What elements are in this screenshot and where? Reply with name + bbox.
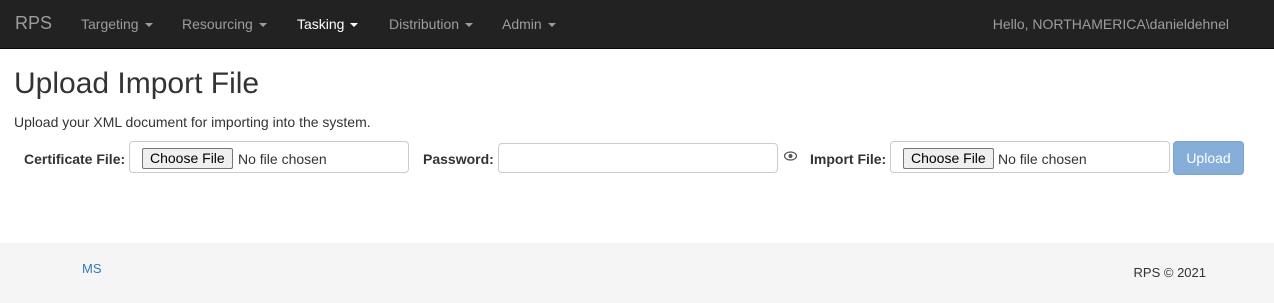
certificate-file-label: Certificate File: [24,151,126,167]
import-file-input[interactable]: Choose File No file chosen [890,141,1170,173]
page-title: Upload Import File [14,67,260,100]
nav-item-label: Resourcing [182,16,253,32]
nav-item-label: Admin [502,16,542,32]
nav-item-admin[interactable]: Admin [502,15,556,33]
brand-link[interactable]: RPS [15,13,52,33]
top-navbar: RPS Targeting Resourcing Tasking Distrib… [0,0,1274,49]
import-file-label: Import File: [810,151,887,167]
nav-item-label: Distribution [389,16,460,32]
password-field[interactable] [498,143,778,173]
certificate-choose-file-button[interactable]: Choose File [142,148,233,169]
caret-down-icon [144,23,153,28]
nav-item-label: Targeting [81,16,139,32]
footer-link-ms[interactable]: MS [82,261,102,277]
footer: MS RPS © 2021 [0,243,1274,303]
caret-down-icon [350,23,359,28]
caret-down-icon [465,23,474,28]
certificate-file-status: No file chosen [238,151,327,167]
import-file-status: No file chosen [998,151,1087,167]
caret-down-icon [547,23,556,28]
page-description: Upload your XML document for importing i… [14,114,371,130]
nav-item-label: Tasking [297,16,345,32]
nav-item-distribution[interactable]: Distribution [389,15,474,33]
user-greeting[interactable]: Hello, NORTHAMERICA\danieldehnel [993,15,1229,33]
password-label: Password: [423,151,494,167]
upload-button[interactable]: Upload [1173,141,1244,175]
nav-item-tasking[interactable]: Tasking [297,15,359,33]
eye-icon[interactable] [784,151,797,161]
caret-down-icon [258,23,267,28]
certificate-file-input[interactable]: Choose File No file chosen [129,141,409,173]
copyright-text: RPS © 2021 [1133,265,1206,280]
nav-item-resourcing[interactable]: Resourcing [182,15,267,33]
import-choose-file-button[interactable]: Choose File [903,148,994,169]
nav-item-targeting[interactable]: Targeting [81,15,153,33]
